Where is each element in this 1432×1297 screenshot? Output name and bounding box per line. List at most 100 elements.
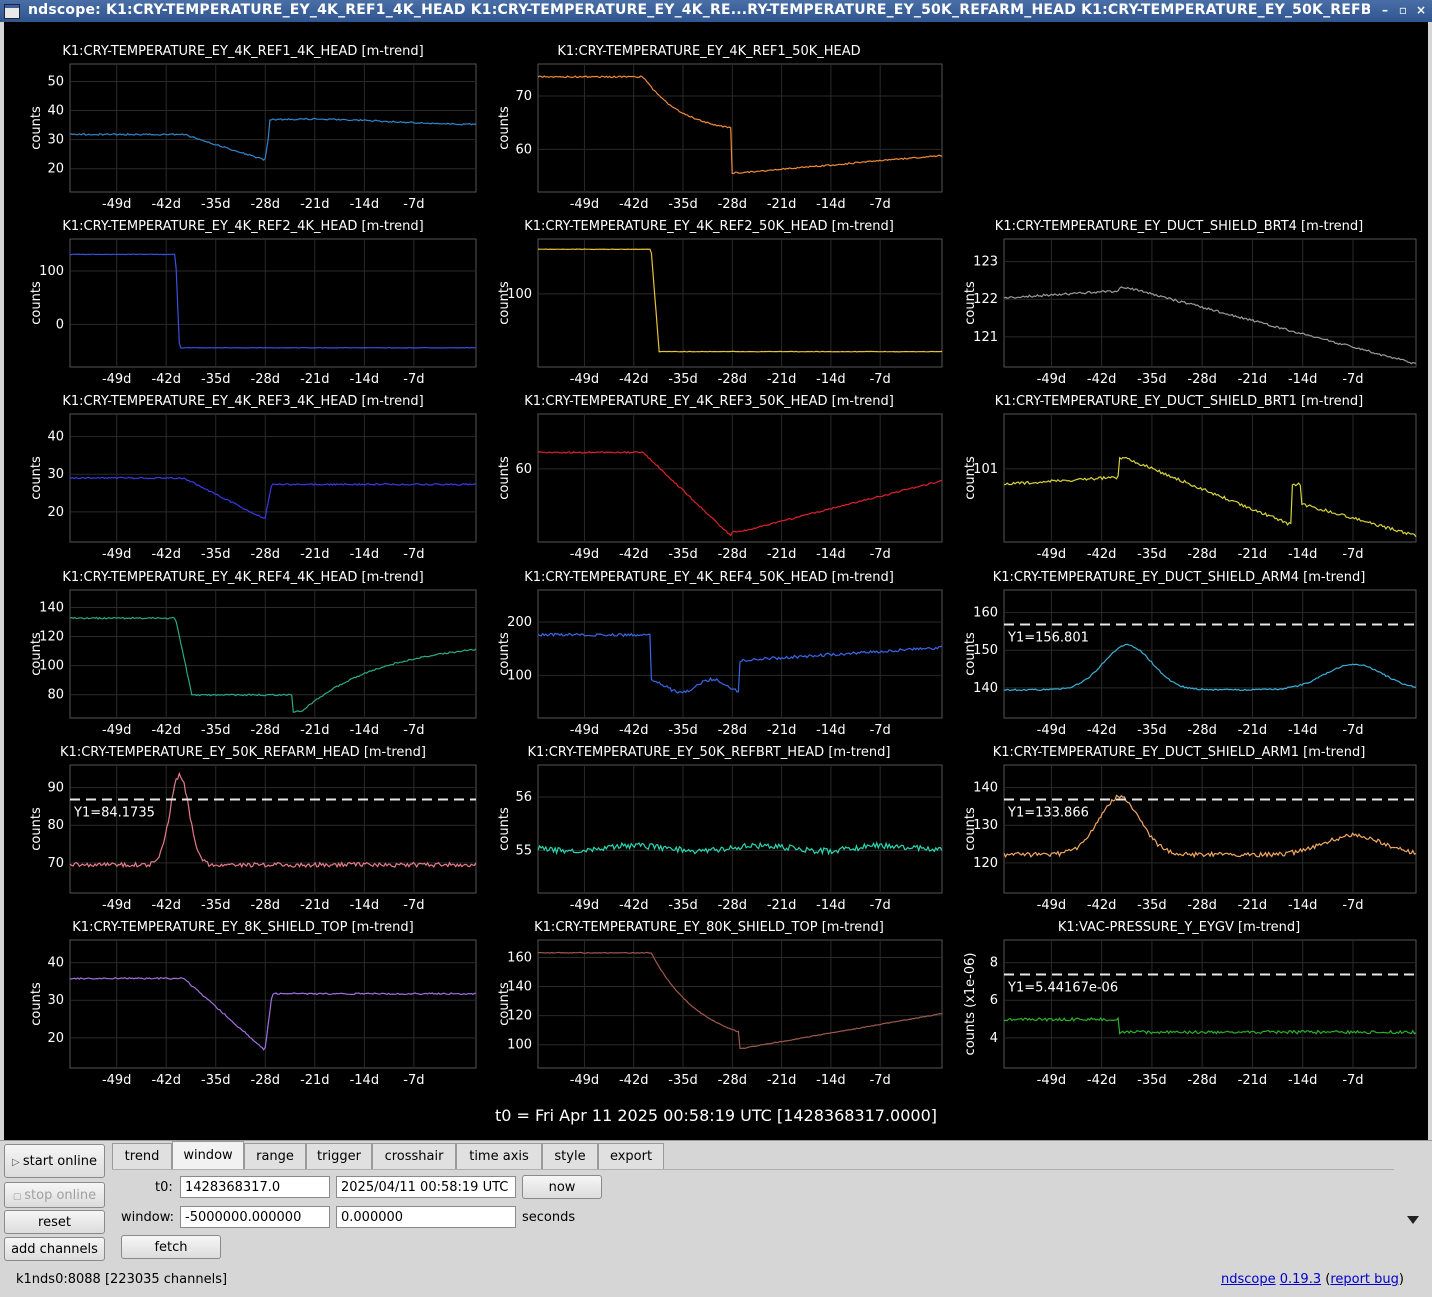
tab-trigger[interactable]: trigger [306,1143,372,1169]
plot-p5[interactable]: K1:CRY-TEMPERATURE_EY_DUCT_SHIELD_BRT4 [… [940,221,1418,393]
t0-field-label: t0: [155,1180,173,1195]
plot-canvas[interactable]: -49d -42d -35d -28d -21d -14d -7d14012010080co… [8,572,478,744]
y-axis-label: counts [29,456,44,500]
x-tick-label: -28d [1187,1073,1217,1088]
plot-canvas[interactable]: -49d -42d -35d -28d -21d -14d -7d200100counts [474,572,944,744]
plot-canvas[interactable]: -49d -42d -35d -28d -21d -14d -7d 100 0 counts [8,221,478,393]
plot-canvas[interactable]: -49d -42d -35d -28d -21d -14d -7d 40 30 20counts [8,396,478,568]
plot-p4[interactable]: K1:CRY-TEMPERATURE_EY_4K_REF2_50K_HEAD [… [474,221,944,393]
plot-canvas[interactable]: -49d -42d -35d -28d -21d -14d -7d101counts [940,396,1418,568]
plot-canvas[interactable]: -49d -42d -35d -28d -21d -14d -7d 70 60counts [474,46,944,218]
add-channels-button[interactable]: add channels [4,1237,105,1261]
plot-canvas[interactable]: -49d -42d -35d -28d -21d -14d -7d 90 80 70counts Y… [8,747,478,919]
window-end-input[interactable]: 0.000000 [336,1206,516,1228]
plot-area[interactable]: K1:CRY-TEMPERATURE_EY_4K_REF1_4K_HEAD [m… [4,22,1428,1140]
tab-trend[interactable]: trend [112,1143,172,1169]
plot-frame [538,414,942,542]
plot-canvas[interactable]: -49d -42d -35d -28d -21d -14d -7d 50 40 30 20count… [8,46,478,218]
reset-button[interactable]: reset [4,1210,105,1234]
tab-window[interactable]: window [172,1141,244,1169]
start-online-button[interactable]: ▷ start online [4,1144,105,1178]
plot-p16[interactable]: K1:CRY-TEMPERATURE_EY_80K_SHIELD_TOP [m-… [474,922,944,1094]
x-tick-label: -28d [718,1073,748,1088]
trace-line [1004,1018,1416,1034]
x-tick-label: -35d [1137,898,1167,913]
x-tick-label: -14d [816,372,846,387]
plot-p8[interactable]: K1:CRY-TEMPERATURE_EY_DUCT_SHIELD_BRT1 [… [940,396,1418,568]
plot-p17[interactable]: K1:VAC-PRESSURE_Y_EYGV [m-trend] -49d -42d… [940,922,1418,1094]
tab-export[interactable]: export [598,1143,664,1169]
x-tick-label: -21d [767,372,797,387]
trace-line [538,452,942,536]
plot-p14[interactable]: K1:CRY-TEMPERATURE_EY_DUCT_SHIELD_ARM1 [… [940,747,1418,919]
stop-online-button[interactable]: ▢ stop online [4,1182,105,1208]
y-tick-label: 160 [507,950,532,965]
plot-p1[interactable]: K1:CRY-TEMPERATURE_EY_4K_REF1_4K_HEAD [m… [8,46,478,218]
y-axis-label: counts [963,456,978,500]
expand-arrow-icon[interactable] [1407,1216,1419,1224]
plot-p13[interactable]: K1:CRY-TEMPERATURE_EY_50K_REFBRT_HEAD [m… [474,747,944,919]
channel-count: [223035 channels] [105,1272,227,1287]
plot-p11[interactable]: K1:CRY-TEMPERATURE_EY_DUCT_SHIELD_ARM4 [… [940,572,1418,744]
t0-utc-input[interactable]: 2025/04/11 00:58:19 UTC [336,1176,516,1198]
y1-cursor-label: Y1=133.866 [1007,806,1089,821]
x-tick-label: -14d [350,898,380,913]
plot-canvas[interactable]: -49d -42d -35d -28d -21d -14d -7d160140120100c… [474,922,944,1094]
plot-canvas[interactable]: -49d -42d -35d -28d -21d -14d -7d 56 55counts [474,747,944,919]
app-icon[interactable] [4,4,20,19]
now-button[interactable]: now [522,1175,602,1199]
x-tick-label: -28d [251,197,281,212]
plot-canvas[interactable]: -49d -42d -35d -28d -21d -14d -7d140130120coun… [940,747,1418,919]
tab-time-axis[interactable]: time axis [456,1143,542,1169]
plot-canvas[interactable]: -49d -42d -35d -28d -21d -14d -7d100counts [474,221,944,393]
version-link[interactable]: 0.19.3 [1280,1272,1321,1287]
plot-canvas[interactable]: -49d -42d -35d -28d -21d -14d -7d 60counts [474,396,944,568]
y-axis-label: counts [963,807,978,851]
x-tick-label: -21d [767,898,797,913]
plot-frame [70,590,476,718]
plot-p3[interactable]: K1:CRY-TEMPERATURE_EY_4K_REF2_4K_HEAD [m… [8,221,478,393]
y-tick-label: 121 [973,330,998,345]
window-titlebar[interactable]: ndscope: K1:CRY-TEMPERATURE_EY_4K_REF1_4… [0,0,1432,22]
close-button[interactable]: × [1414,3,1428,17]
plot-p7[interactable]: K1:CRY-TEMPERATURE_EY_4K_REF3_50K_HEAD [… [474,396,944,568]
plot-canvas[interactable]: -49d -42d -35d -28d -21d -14d -7d 8 6 4 counts (x1… [940,922,1418,1094]
minimize-button[interactable]: – [1378,3,1392,17]
report-bug-link[interactable]: report bug [1330,1272,1399,1287]
x-tick-label: -35d [201,898,231,913]
x-tick-label: -49d [102,547,132,562]
tab-crosshair[interactable]: crosshair [372,1143,456,1169]
tab-range[interactable]: range [244,1143,306,1169]
plot-p6[interactable]: K1:CRY-TEMPERATURE_EY_4K_REF3_4K_HEAD [m… [8,396,478,568]
x-tick-label: -42d [151,898,181,913]
window-start-input[interactable]: -5000000.000000 [180,1206,330,1228]
fetch-button[interactable]: fetch [121,1235,221,1259]
x-tick-label: -14d [1288,547,1318,562]
plot-canvas[interactable]: -49d -42d -35d -28d -21d -14d -7d160150140coun… [940,572,1418,744]
plot-p9[interactable]: K1:CRY-TEMPERATURE_EY_4K_REF4_4K_HEAD [m… [8,572,478,744]
x-tick-label: -21d [1238,547,1268,562]
t0-gps-input[interactable]: 1428368317.0 [180,1176,330,1198]
y-tick-label: 55 [515,843,532,858]
plot-p2[interactable]: K1:CRY-TEMPERATURE_EY_4K_REF1_50K_HEAD -4… [474,46,944,218]
x-tick-label: -7d [870,372,891,387]
x-tick-label: -42d [151,547,181,562]
ndscope-link[interactable]: ndscope [1221,1272,1276,1287]
maximize-button[interactable]: ▫ [1396,3,1410,17]
plot-p12[interactable]: K1:CRY-TEMPERATURE_EY_50K_REFARM_HEAD [m… [8,747,478,919]
plot-frame [1004,590,1416,718]
x-tick-label: -21d [767,1073,797,1088]
x-tick-label: -7d [1342,372,1363,387]
y-tick-label: 140 [973,781,998,796]
y1-cursor-label: Y1=84.1735 [73,806,155,821]
plot-canvas[interactable]: -49d -42d -35d -28d -21d -14d -7d123122121coun… [940,221,1418,393]
plot-p15[interactable]: K1:CRY-TEMPERATURE_EY_8K_SHIELD_TOP [m-t… [8,922,478,1094]
tab-style[interactable]: style [542,1143,598,1169]
window-field-label: window: [121,1210,174,1225]
x-tick-label: -35d [201,372,231,387]
y-tick-label: 80 [47,688,64,703]
y-tick-label: 20 [47,162,64,177]
plot-canvas[interactable]: -49d -42d -35d -28d -21d -14d -7d 40 30 20counts [8,922,478,1094]
plot-p10[interactable]: K1:CRY-TEMPERATURE_EY_4K_REF4_50K_HEAD [… [474,572,944,744]
x-tick-label: -14d [816,1073,846,1088]
